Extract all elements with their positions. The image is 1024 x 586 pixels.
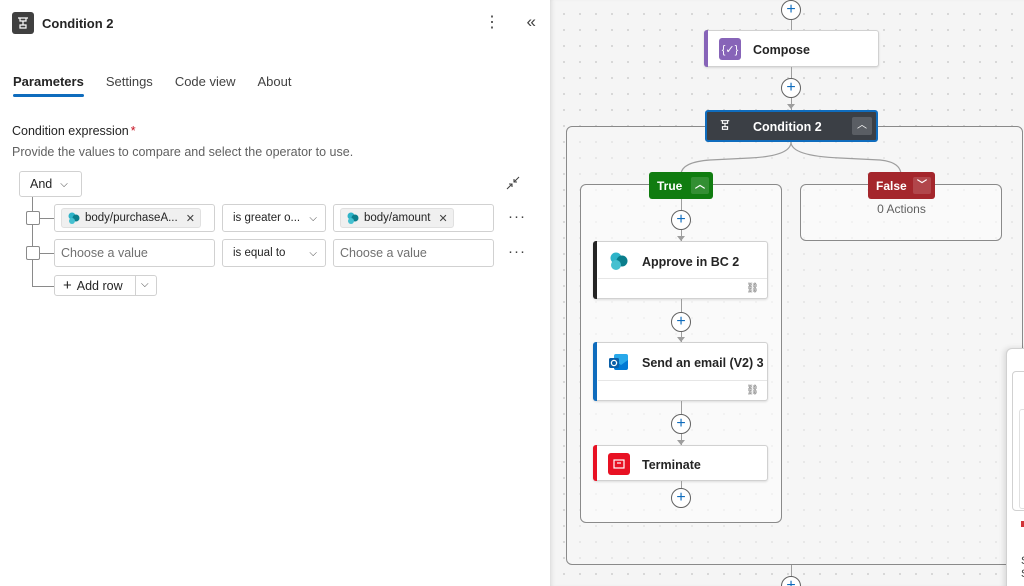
row-2-operator-dropdown[interactable]: is equal to ⌵ <box>222 239 326 267</box>
remove-token-icon[interactable]: ✕ <box>186 212 195 225</box>
chevron-up-icon[interactable]: ︿ <box>691 177 709 194</box>
token-label: body/amount <box>364 212 431 224</box>
dynamic-token: body/purchaseA... ✕ <box>61 208 201 228</box>
side-panel-peek[interactable]: S S <box>1006 348 1024 586</box>
condition-title: Condition 2 <box>753 120 822 134</box>
split-divider <box>135 276 136 295</box>
compose-title: Compose <box>753 43 810 57</box>
business-central-icon <box>347 212 359 224</box>
remove-token-icon[interactable]: ✕ <box>439 212 448 225</box>
card-divider <box>598 380 767 381</box>
true-branch-header[interactable]: True ︿ <box>649 172 713 199</box>
tab-code-view[interactable]: Code view <box>175 74 236 97</box>
dynamic-token: body/amount ✕ <box>340 208 454 228</box>
compose-card[interactable]: {✓} Compose <box>704 30 879 67</box>
condition-panel: Condition 2 ⋮ « Parameters Settings Code… <box>0 0 550 586</box>
row-checkbox[interactable] <box>26 246 40 260</box>
condition-description: Provide the values to compare and select… <box>12 145 354 159</box>
condition-node[interactable]: Condition 2 ︿ <box>705 110 878 142</box>
false-branch-header[interactable]: False ﹀ <box>868 172 935 199</box>
tab-about[interactable]: About <box>258 74 292 97</box>
card-accent <box>704 30 708 67</box>
peek-frame-inner <box>1019 409 1024 509</box>
right-placeholder: Choose a value <box>340 246 427 260</box>
collapse-panel-icon[interactable]: « <box>527 12 536 32</box>
chevron-down-icon[interactable]: ﹀ <box>913 177 931 194</box>
condition-icon <box>719 119 731 134</box>
card-divider <box>598 278 767 279</box>
terminate-card[interactable]: Terminate <box>593 445 768 481</box>
chevron-down-icon: ⌵ <box>309 247 317 259</box>
more-options-icon[interactable]: ⋮ <box>484 14 500 32</box>
plus-icon: + <box>63 277 72 294</box>
chevron-up-icon[interactable]: ︿ <box>852 117 872 135</box>
approve-in-bc-card[interactable]: Approve in BC 2 ⛓ <box>593 241 768 299</box>
tab-parameters[interactable]: Parameters <box>13 74 84 97</box>
add-row-button[interactable]: + Add row ⌵ <box>54 275 157 296</box>
insert-step-button[interactable]: + <box>671 312 691 332</box>
send-email-card[interactable]: Send an email (V2) 3 ⛓ <box>593 342 768 401</box>
branch-connectors <box>680 141 902 175</box>
row-2-right-value[interactable]: Choose a value <box>333 239 494 267</box>
false-label: False <box>876 178 907 193</box>
terminate-title: Terminate <box>642 458 701 472</box>
tree-connector <box>32 286 54 287</box>
insert-step-button[interactable]: + <box>671 414 691 434</box>
connector-arrow <box>787 104 795 109</box>
send-email-title: Send an email (V2) 3 <box>642 356 764 370</box>
required-mark: * <box>130 124 136 138</box>
chevron-down-icon: ⌵ <box>60 178 68 190</box>
tab-settings[interactable]: Settings <box>106 74 153 97</box>
insert-step-button[interactable]: + <box>671 488 691 508</box>
link-icon: ⛓ <box>746 385 759 396</box>
terminate-icon <box>608 453 630 475</box>
row-checkbox[interactable] <box>26 211 40 225</box>
row-1-more-icon[interactable]: ··· <box>508 208 526 225</box>
business-central-icon <box>68 212 80 224</box>
false-empty-text: 0 Actions <box>877 202 926 216</box>
panel-title: Condition 2 <box>42 15 114 31</box>
row-2-left-value[interactable]: Choose a value <box>54 239 215 267</box>
chevron-down-icon[interactable]: ⌵ <box>141 279 149 290</box>
panel-tabs: Parameters Settings Code view About <box>13 74 314 97</box>
business-central-icon <box>608 250 630 272</box>
condition-expression-label: Condition expression * <box>12 124 136 138</box>
insert-step-button[interactable]: + <box>671 210 691 230</box>
add-row-label: Add row <box>76 278 123 293</box>
chevron-down-icon: ⌵ <box>309 212 317 224</box>
insert-step-button[interactable]: + <box>781 0 801 20</box>
row-2-more-icon[interactable]: ··· <box>508 243 526 260</box>
compose-icon: {✓} <box>719 38 741 60</box>
panel-header: Condition 2 ⋮ « <box>12 12 540 34</box>
operator-label: is greater o... <box>233 212 301 224</box>
card-accent <box>593 241 597 299</box>
approve-title: Approve in BC 2 <box>642 255 740 269</box>
group-operator-label: And <box>30 177 53 191</box>
condition-expression-text: Condition expression <box>12 124 129 138</box>
row-1-left-value[interactable]: body/purchaseA... ✕ <box>54 204 215 232</box>
collapse-icon[interactable] <box>506 176 520 193</box>
condition-icon <box>12 12 34 34</box>
insert-step-button[interactable]: + <box>781 78 801 98</box>
outlook-icon <box>608 351 630 373</box>
true-label: True <box>657 178 683 193</box>
operator-label: is equal to <box>233 247 286 259</box>
row-1-operator-dropdown[interactable]: is greater o... ⌵ <box>222 204 326 232</box>
left-placeholder: Choose a value <box>61 246 148 260</box>
row-1-right-value[interactable]: body/amount ✕ <box>333 204 494 232</box>
card-accent <box>593 342 597 401</box>
card-accent <box>593 445 597 481</box>
link-icon: ⛓ <box>746 283 759 294</box>
token-label: body/purchaseA... <box>85 212 178 224</box>
group-operator-dropdown[interactable]: And ⌵ <box>19 171 82 197</box>
